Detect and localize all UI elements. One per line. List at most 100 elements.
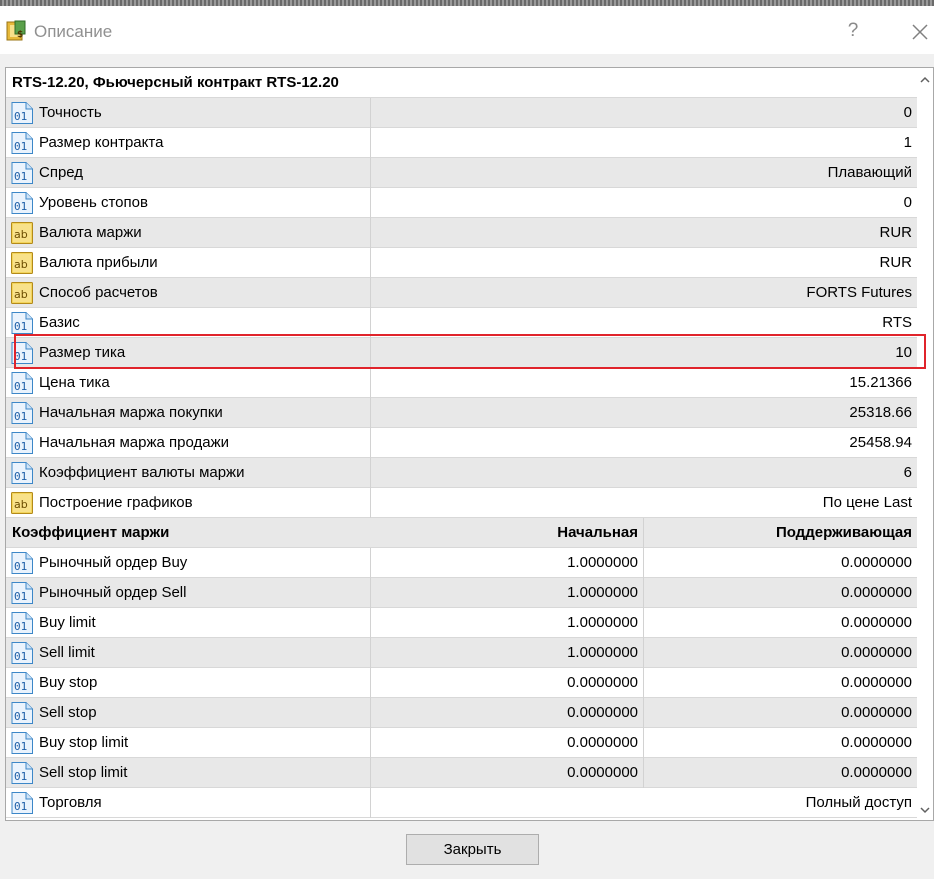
property-name-cell: 01 Размер контракта — [6, 128, 371, 158]
initial-margin-value: 0.0000000 — [371, 698, 644, 728]
svg-text:01: 01 — [14, 560, 27, 573]
property-value: Полный доступ — [805, 794, 912, 811]
maintenance-margin-value: 0.0000000 — [841, 554, 912, 571]
property-row[interactable]: 01 Размер контракта 1 — [6, 128, 917, 158]
initial-margin-value: 0.0000000 — [371, 758, 644, 788]
initial-margin-value: 0.0000000 — [371, 668, 644, 698]
property-name-cell: ab Валюта прибыли — [6, 248, 371, 278]
margin-row[interactable]: 01 Buy limit 1.0000000 0.0000000 — [6, 608, 917, 638]
svg-text:01: 01 — [14, 680, 27, 693]
margin-label: Buy stop limit — [39, 734, 129, 751]
property-row[interactable]: 01 Размер тика 10 — [6, 338, 917, 368]
property-label: Начальная маржа покупки — [39, 404, 223, 421]
property-name-cell: 01 Уровень стопов — [6, 188, 371, 218]
property-label: Размер контракта — [39, 134, 164, 151]
property-row[interactable]: ab Способ расчетов FORTS Futures — [6, 278, 917, 308]
property-label: Способ расчетов — [39, 284, 158, 301]
numeric-icon: 01 — [10, 191, 34, 215]
property-label: Цена тика — [39, 374, 110, 391]
svg-text:01: 01 — [14, 590, 27, 603]
svg-text:01: 01 — [14, 140, 27, 153]
property-value: По цене Last — [822, 494, 912, 511]
svg-text:01: 01 — [14, 740, 27, 753]
numeric-icon: 01 — [10, 731, 34, 755]
margin-label: Buy limit — [39, 614, 96, 631]
margin-name-cell: 01 Sell stop limit — [6, 758, 371, 788]
maintenance-margin-value: 0.0000000 — [841, 584, 912, 601]
svg-text:$: $ — [17, 30, 23, 40]
property-label: Валюта маржи — [39, 224, 142, 241]
margin-row[interactable]: 01 Sell limit 1.0000000 0.0000000 — [6, 638, 917, 668]
symbol-header-row: RTS-12.20, Фьючерсный контракт RTS-12.20 — [6, 68, 917, 98]
property-row[interactable]: 01 Коэффициент валюты маржи 6 — [6, 458, 917, 488]
svg-text:01: 01 — [14, 770, 27, 783]
property-row[interactable]: 01 Начальная маржа покупки 25318.66 — [6, 398, 917, 428]
margin-header-label: Коэффициент маржи — [12, 524, 170, 541]
numeric-icon: 01 — [10, 341, 34, 365]
property-row[interactable]: 01 Точность 0 — [6, 98, 917, 128]
margin-name-cell: 01 Buy limit — [6, 608, 371, 638]
close-button[interactable]: Закрыть — [406, 834, 539, 865]
scroll-down-icon[interactable] — [920, 802, 930, 814]
property-row[interactable]: ab Валюта маржи RUR — [6, 218, 917, 248]
svg-text:01: 01 — [14, 170, 27, 183]
trading-row[interactable]: 01 Торговля Полный доступ — [6, 788, 917, 818]
maintenance-margin-value: 0.0000000 — [841, 614, 912, 631]
properties-grid[interactable]: RTS-12.20, Фьючерсный контракт RTS-12.20… — [5, 67, 934, 821]
margin-row[interactable]: 01 Sell stop limit 0.0000000 0.0000000 — [6, 758, 917, 788]
property-value: FORTS Futures — [806, 284, 912, 301]
margin-row[interactable]: 01 Buy stop 0.0000000 0.0000000 — [6, 668, 917, 698]
initial-margin-value: 1.0000000 — [371, 548, 644, 578]
close-icon[interactable] — [905, 16, 934, 46]
property-value: 25318.66 — [849, 404, 912, 421]
svg-text:01: 01 — [14, 440, 27, 453]
svg-text:01: 01 — [14, 800, 27, 813]
property-row[interactable]: 01 Уровень стопов 0 — [6, 188, 917, 218]
margin-row[interactable]: 01 Sell stop 0.0000000 0.0000000 — [6, 698, 917, 728]
svg-text:01: 01 — [14, 200, 27, 213]
property-row[interactable]: ab Валюта прибыли RUR — [6, 248, 917, 278]
margin-name-cell: 01 Buy stop limit — [6, 728, 371, 758]
property-row[interactable]: 01 Цена тика 15.21366 — [6, 368, 917, 398]
property-row[interactable]: 01 Базис RTS — [6, 308, 917, 338]
text-icon: ab — [10, 281, 34, 305]
property-row[interactable]: 01 Спред Плавающий — [6, 158, 917, 188]
scroll-up-icon[interactable] — [920, 72, 930, 83]
numeric-icon: 01 — [10, 791, 34, 815]
svg-text:01: 01 — [14, 710, 27, 723]
svg-text:01: 01 — [14, 620, 27, 633]
property-label: Точность — [39, 104, 102, 121]
numeric-icon: 01 — [10, 161, 34, 185]
property-value: 0 — [903, 194, 912, 211]
property-row[interactable]: 01 Начальная маржа продажи 25458.94 — [6, 428, 917, 458]
svg-text:01: 01 — [14, 380, 27, 393]
property-label: Спред — [39, 164, 84, 181]
margin-label: Sell limit — [39, 644, 95, 661]
property-row[interactable]: ab Построение графиков По цене Last — [6, 488, 917, 518]
svg-text:01: 01 — [14, 650, 27, 663]
property-value: 10 — [895, 344, 912, 361]
numeric-icon: 01 — [10, 311, 34, 335]
property-label: Уровень стопов — [39, 194, 148, 211]
help-button[interactable]: ? — [838, 16, 868, 46]
property-name-cell: 01 Базис — [6, 308, 371, 338]
property-name-cell: 01 Торговля — [6, 788, 371, 818]
margin-row[interactable]: 01 Buy stop limit 0.0000000 0.0000000 — [6, 728, 917, 758]
numeric-icon: 01 — [10, 701, 34, 725]
vertical-scrollbar[interactable] — [917, 68, 933, 820]
property-value: RUR — [879, 254, 913, 271]
property-value: 25458.94 — [849, 434, 912, 451]
margin-row[interactable]: 01 Рыночный ордер Buy 1.0000000 0.0000000 — [6, 548, 917, 578]
property-value: Плавающий — [827, 164, 912, 181]
svg-text:ab: ab — [14, 258, 28, 271]
svg-text:01: 01 — [14, 320, 27, 333]
numeric-icon: 01 — [10, 551, 34, 575]
title-bar[interactable]: $ Описание ? — [0, 6, 934, 54]
initial-margin-value: 0.0000000 — [371, 728, 644, 758]
scroll-thumb[interactable] — [920, 90, 930, 796]
property-label: Валюта прибыли — [39, 254, 158, 271]
property-label: Размер тика — [39, 344, 126, 361]
svg-text:ab: ab — [14, 228, 28, 241]
svg-text:ab: ab — [14, 288, 28, 301]
margin-row[interactable]: 01 Рыночный ордер Sell 1.0000000 0.0000000 — [6, 578, 917, 608]
